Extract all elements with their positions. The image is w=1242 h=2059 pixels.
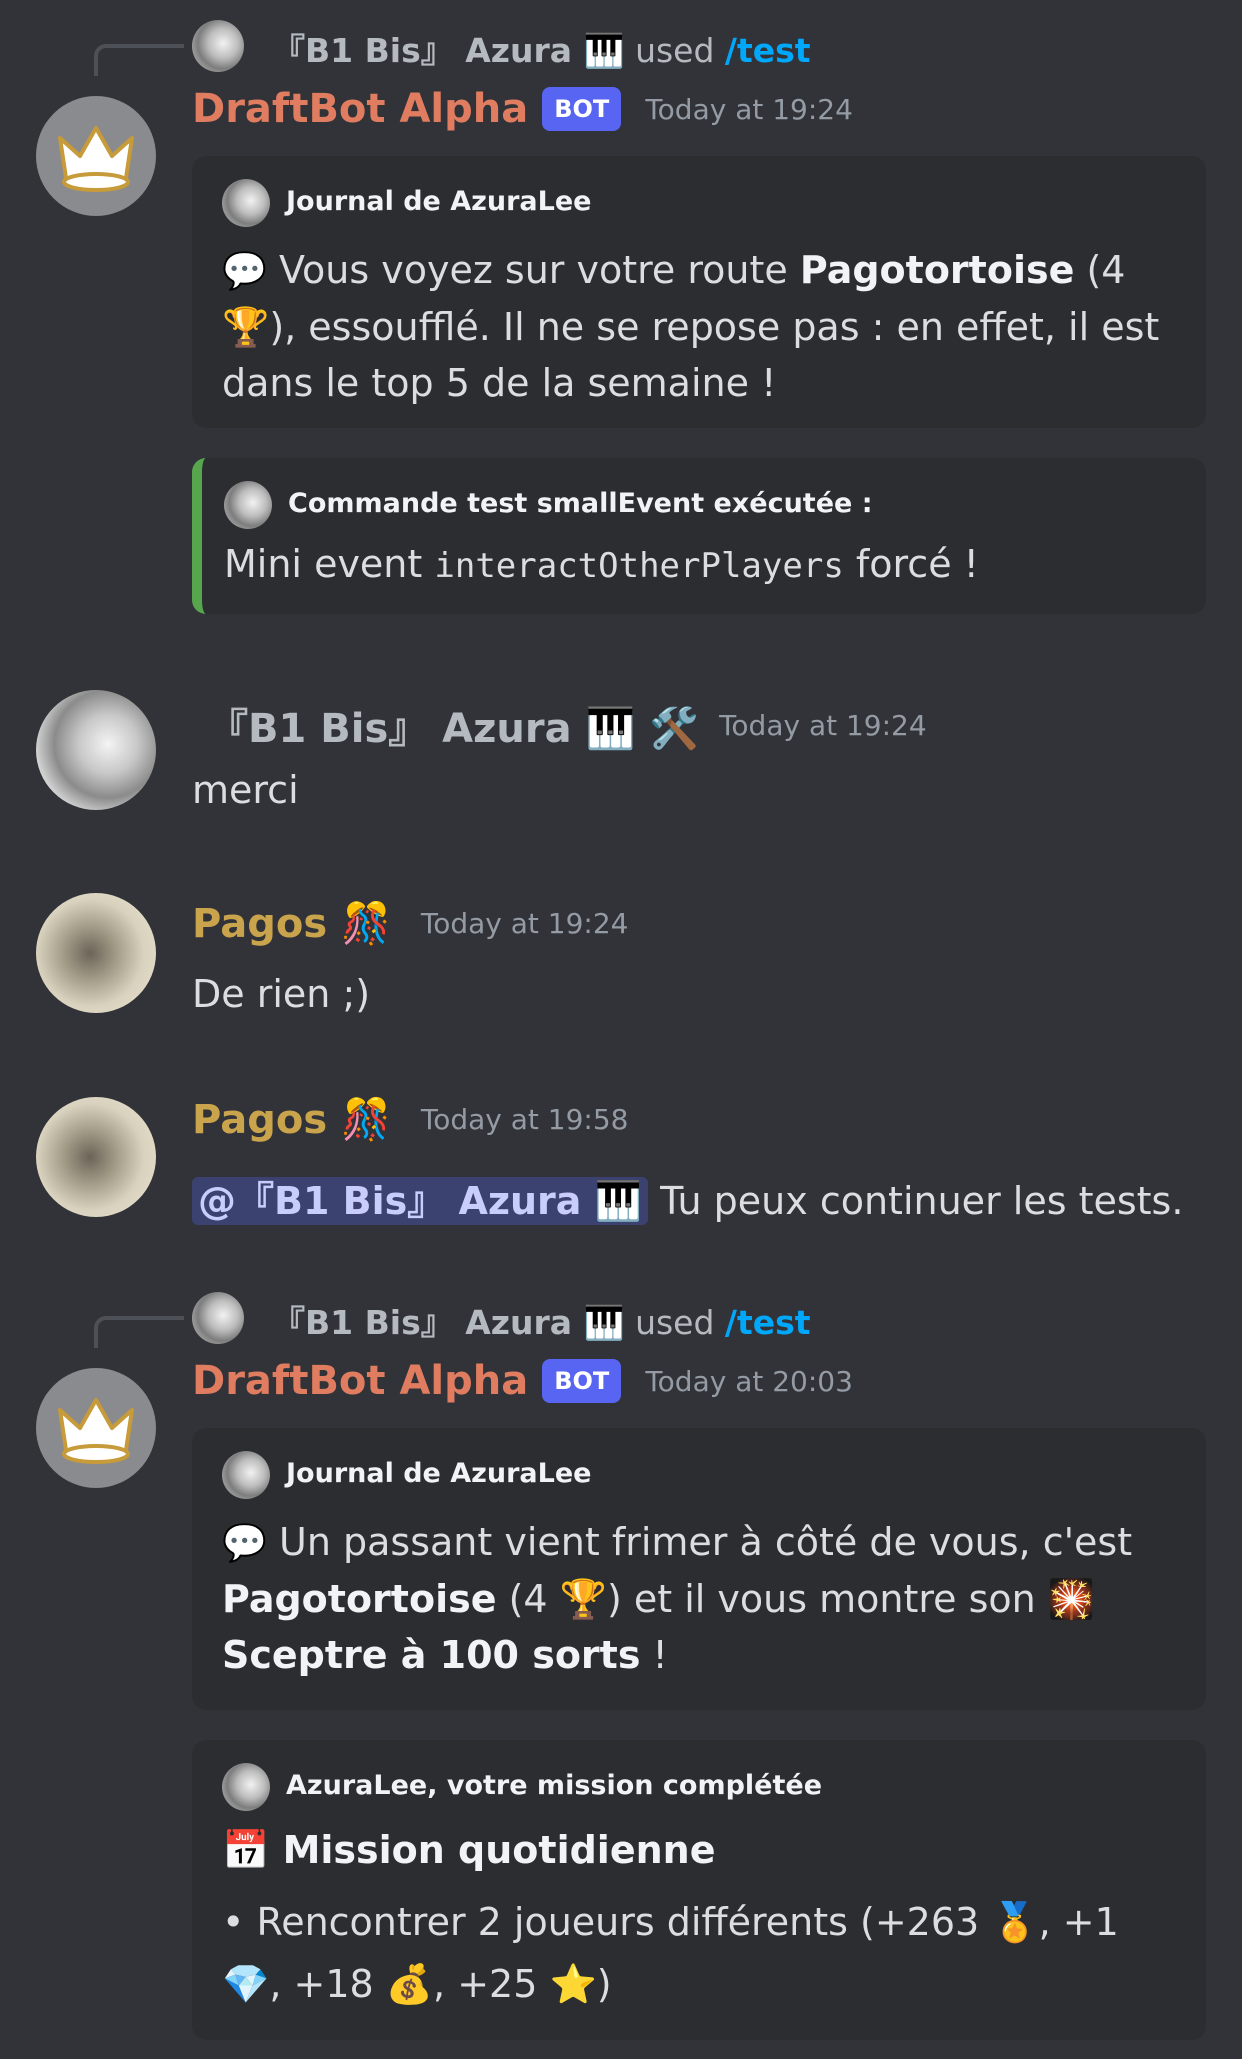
embed-title: Journal de AzuraLee (286, 1458, 592, 1489)
embed-description: 💬 Vous voyez sur votre route Pagotortois… (222, 248, 1160, 405)
embed-command-result: Commande test smallEvent exécutée : Mini… (192, 458, 1206, 614)
embed-title: Journal de AzuraLee (286, 186, 592, 217)
message-header: DraftBot Alpha BOT Today at 19:24 (192, 86, 853, 132)
reply-command[interactable]: /test (725, 31, 811, 70)
reply-connector (94, 1316, 184, 1348)
author-name[interactable]: 『B1 Bis』 Azura 🎹 🛠️ (208, 696, 699, 754)
bot-tag: BOT (542, 87, 622, 131)
reply-avatar[interactable] (192, 20, 244, 72)
timestamp[interactable]: Today at 19:58 (421, 1103, 629, 1136)
speech-bubble-icon: 💬 (222, 1522, 267, 1564)
embed-journal: Journal de AzuraLee 💬 Vous voyez sur vot… (192, 156, 1206, 428)
reply-preview[interactable]: 『B1 Bis』 Azura 🎹 used /test (272, 24, 811, 72)
message-header: Pagos 🎊 Today at 19:58 (192, 1096, 629, 1143)
crown-icon (58, 126, 134, 192)
embed-author-avatar (222, 1762, 270, 1811)
timestamp[interactable]: Today at 19:24 (719, 709, 927, 742)
avatar[interactable] (36, 96, 156, 216)
crown-icon (58, 1398, 134, 1464)
embed-author-avatar (222, 178, 270, 227)
avatar[interactable] (36, 1368, 156, 1488)
reply-author[interactable]: 『B1 Bis』 Azura 🎹 (272, 31, 625, 70)
message-header: DraftBot Alpha BOT Today at 20:03 (192, 1358, 853, 1404)
message-content: merci (192, 768, 299, 812)
reply-preview[interactable]: 『B1 Bis』 Azura 🎹 used /test (272, 1296, 811, 1344)
embed-mission: AzuraLee, votre mission complétée 📅 Miss… (192, 1740, 1206, 2040)
embed-author-avatar (222, 1450, 270, 1499)
embed-title: Commande test smallEvent exécutée : (288, 488, 873, 519)
embed-description: 💬 Un passant vient frimer à côté de vous… (222, 1520, 1133, 1677)
avatar[interactable] (36, 690, 156, 810)
user-mention[interactable]: @『B1 Bis』 Azura 🎹 (192, 1177, 648, 1225)
mission-detail: • Rencontrer 2 joueurs différents (+263 … (222, 1900, 1119, 2006)
bot-tag: BOT (542, 1359, 622, 1403)
timestamp[interactable]: Today at 20:03 (645, 1365, 853, 1398)
reply-used: used (635, 1303, 715, 1342)
avatar[interactable] (36, 1097, 156, 1217)
message-header: 『B1 Bis』 Azura 🎹 🛠️ Today at 19:24 (208, 696, 927, 754)
calendar-icon: 📅 (222, 1828, 270, 1872)
reply-command[interactable]: /test (725, 1303, 811, 1342)
reply-author[interactable]: 『B1 Bis』 Azura 🎹 (272, 1303, 625, 1342)
reply-avatar[interactable] (192, 1292, 244, 1344)
message-content: @『B1 Bis』 Azura 🎹 Tu peux continuer les … (192, 1170, 1183, 1225)
avatar[interactable] (36, 893, 156, 1013)
timestamp[interactable]: Today at 19:24 (421, 907, 629, 940)
embed-description: Mini event interactOtherPlayers forcé ! (224, 542, 979, 586)
mission-heading: 📅 Mission quotidienne (222, 1828, 716, 1872)
author-name[interactable]: DraftBot Alpha (192, 1358, 528, 1404)
embed-journal: Journal de AzuraLee 💬 Un passant vient f… (192, 1428, 1206, 1710)
embed-author-avatar (224, 480, 272, 529)
inline-code: interactOtherPlayers (434, 546, 844, 586)
author-name[interactable]: DraftBot Alpha (192, 86, 528, 132)
embed-title: AzuraLee, votre mission complétée (286, 1770, 823, 1801)
reply-used: used (635, 31, 715, 70)
timestamp[interactable]: Today at 19:24 (645, 93, 853, 126)
author-name[interactable]: Pagos 🎊 (192, 1096, 391, 1143)
speech-bubble-icon: 💬 (222, 250, 267, 292)
reply-connector (94, 44, 184, 76)
author-name[interactable]: Pagos 🎊 (192, 900, 391, 947)
message-header: Pagos 🎊 Today at 19:24 (192, 900, 629, 947)
message-content: De rien ;) (192, 972, 371, 1016)
